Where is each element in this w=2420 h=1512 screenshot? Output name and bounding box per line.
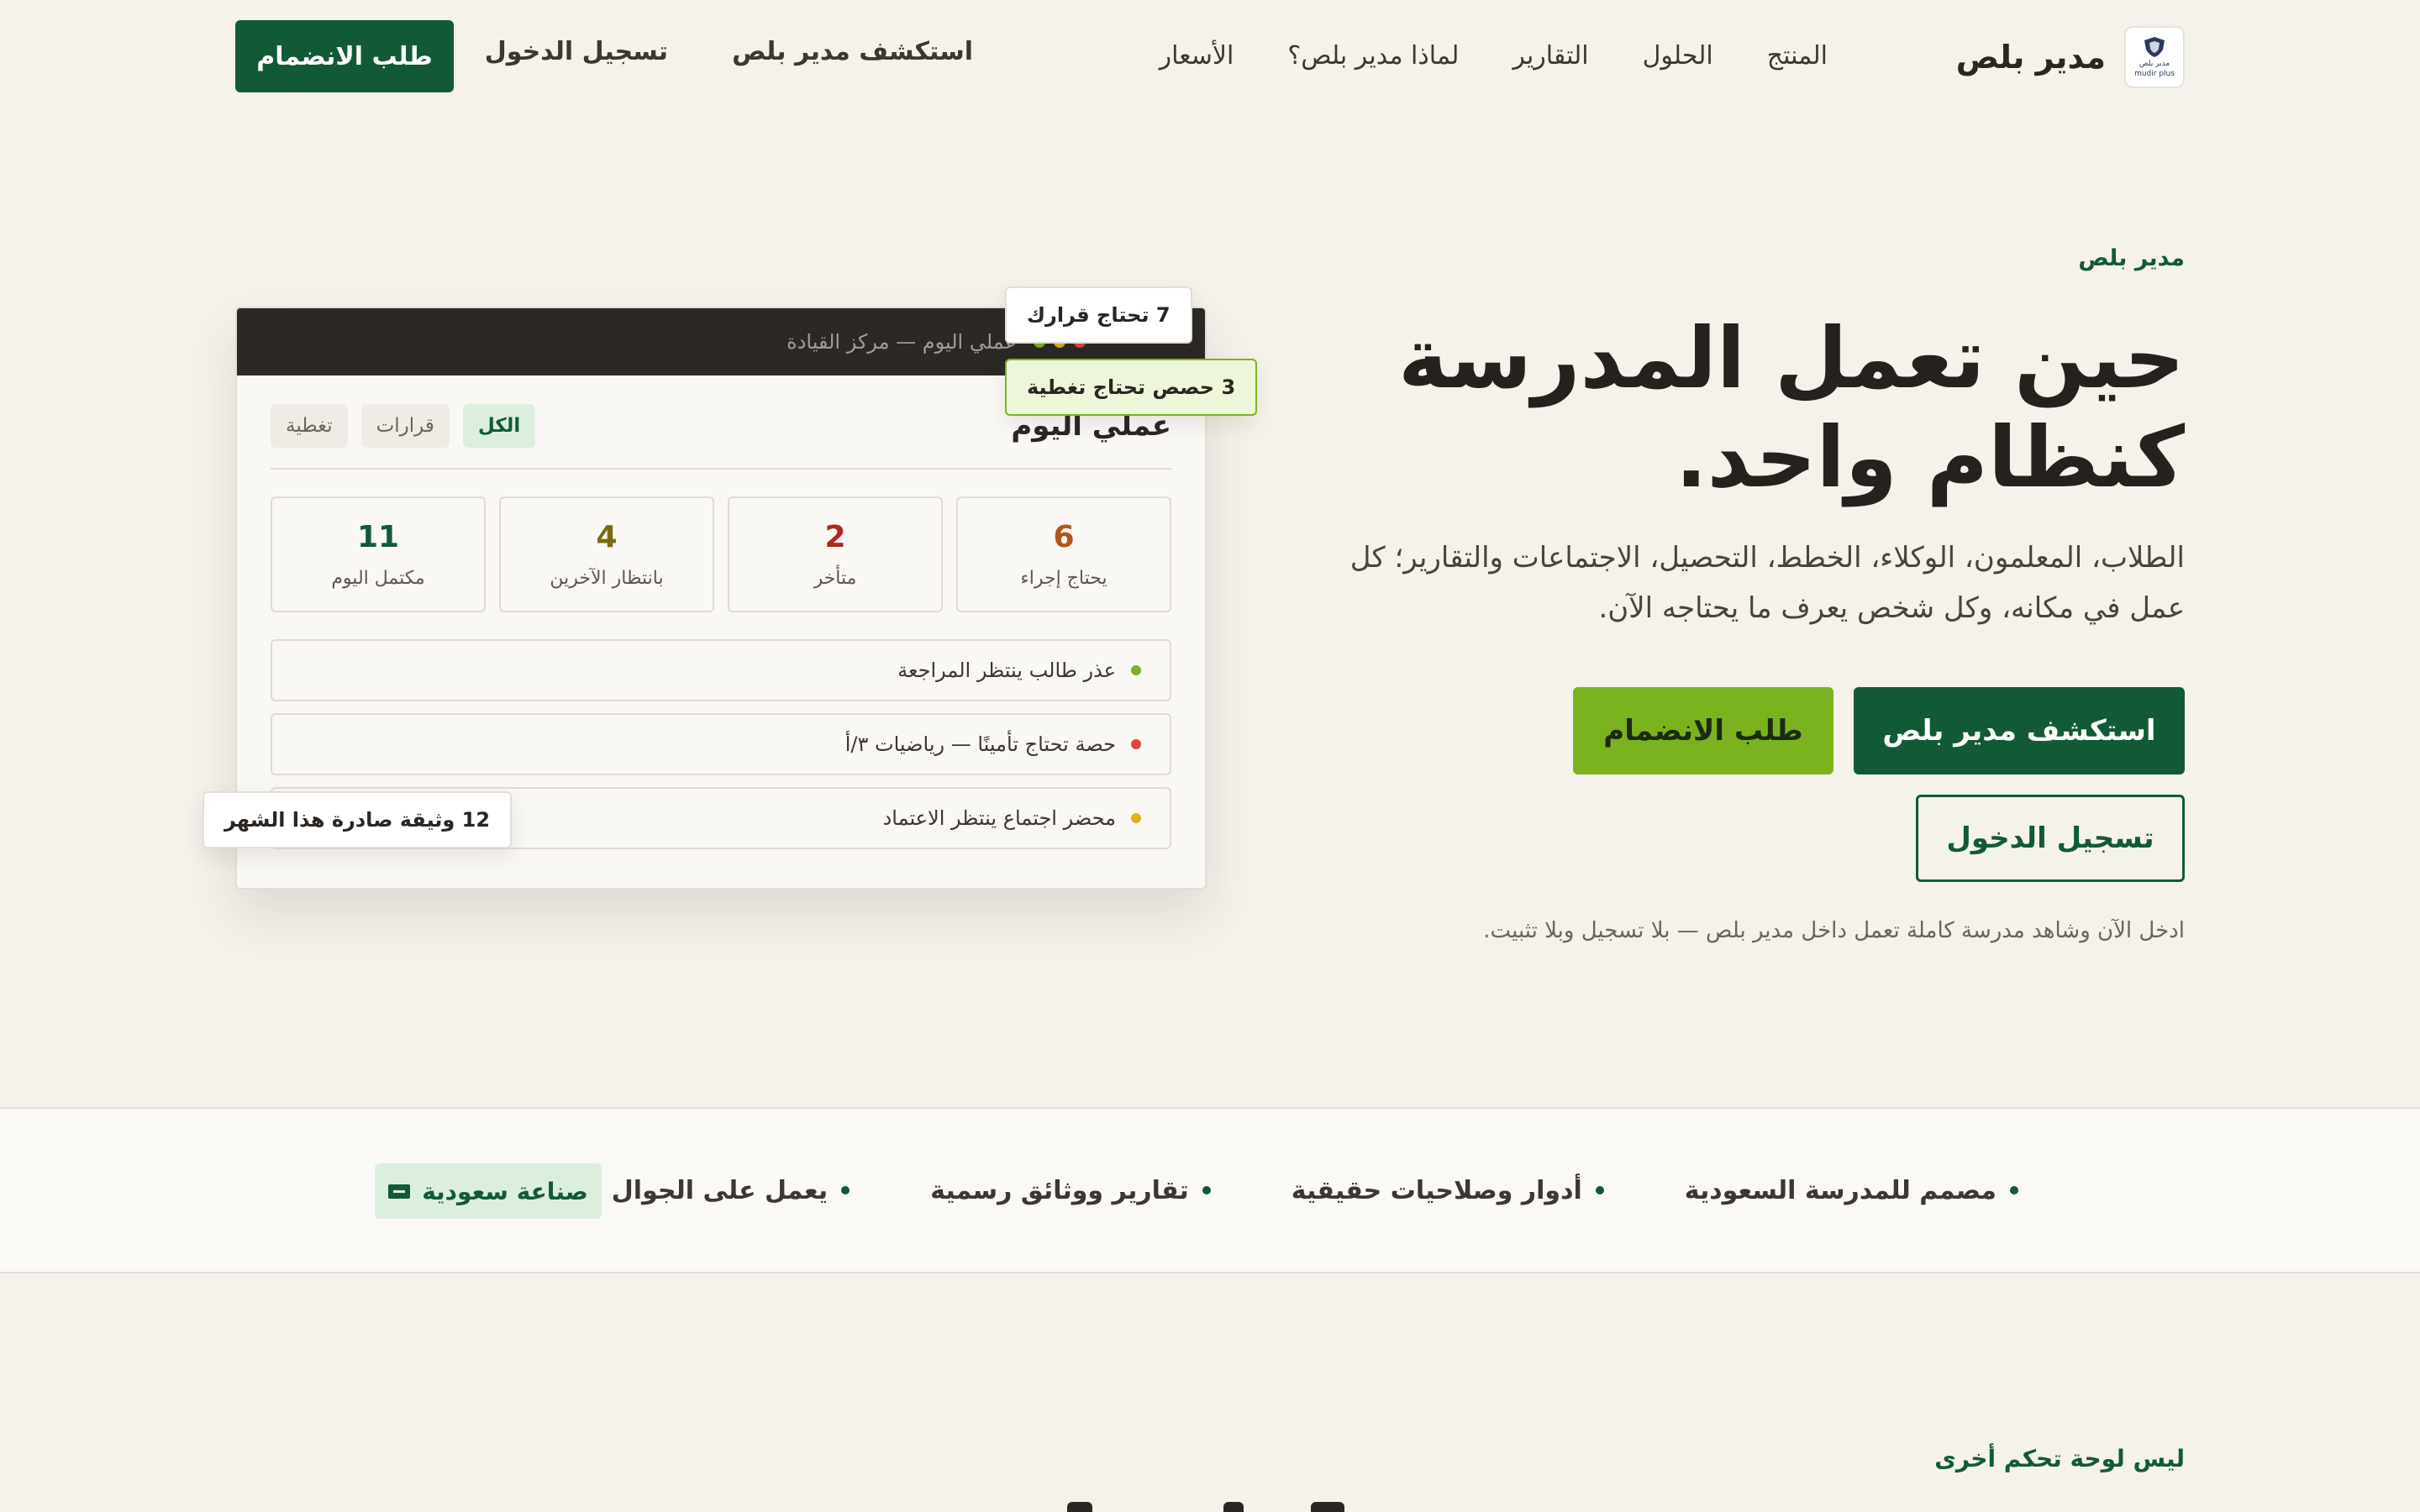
stat-label: بانتظار الآخرين [550, 568, 664, 589]
stat-label: مكتمل اليوم [331, 568, 425, 589]
list-item-text: محضر اجتماع ينتظر الاعتماد [882, 806, 1116, 830]
hero-subtitle: الطلاب، المعلمون، الوكلاء، الخطط، التحصي… [1349, 541, 2185, 625]
shield-logo-icon [2144, 37, 2165, 57]
saudi-badge-text: صناعة سعودية [422, 1177, 588, 1205]
saudi-flag-icon [388, 1184, 411, 1199]
nav-link-solutions[interactable]: الحلول [1643, 41, 1713, 71]
bullet-icon [1595, 1186, 1604, 1194]
saudi-made-badge: صناعة سعودية [375, 1163, 602, 1219]
floating-chip-coverage: 3 حصص تحتاج تغطية [1005, 359, 1258, 416]
stat-card-action[interactable]: 6 يحتاج إجراء [956, 496, 1171, 612]
feature-item: أدوار وصلاحيات حقيقية [1292, 1176, 1604, 1205]
brand-logo-subtext: mudir plus [2134, 70, 2175, 78]
stat-label: يحتاج إجراء [1020, 568, 1107, 589]
feature-list: مصمم للمدرسة السعودية أدوار وصلاحيات حقي… [490, 1163, 2018, 1218]
nav-link-reports[interactable]: التقارير [1512, 41, 1588, 71]
nav-link-product[interactable]: المنتج [1767, 41, 1828, 71]
status-dot-yellow-icon [1131, 813, 1141, 823]
filter-all[interactable]: الكل [462, 404, 536, 448]
hero-join-button[interactable]: طلب الانضمام [1573, 687, 1833, 774]
stat-value: 11 [356, 520, 400, 554]
hero-title: حين تعمل المدرسة كنظام واحد. [1344, 309, 2185, 507]
hero-eyebrow: مدير بلص [2078, 245, 2185, 271]
hero-title-line2: كنظام واحد. [1675, 408, 2185, 507]
list-item-text: عذر طالب ينتظر المراجعة [897, 659, 1116, 682]
status-dot-red-icon [1131, 739, 1141, 749]
nav-explore-link[interactable]: استكشف مدير بلص [732, 37, 973, 66]
brand[interactable]: مدير بلص mudir plus مدير بلص [1956, 25, 2185, 89]
bullet-icon [841, 1186, 850, 1194]
floating-chip-decisions: 7 تحتاج قرارك [1005, 286, 1192, 344]
stat-value: 6 [1053, 520, 1075, 554]
stat-card-done[interactable]: 11 مكتمل اليوم [271, 496, 486, 612]
list-item[interactable]: عذر طالب ينتظر المراجعة [271, 639, 1171, 701]
hero-note: ادخل الآن وشاهد مدرسة كاملة تعمل داخل مد… [1483, 918, 2185, 943]
feature-text: مصمم للمدرسة السعودية [1684, 1175, 1996, 1205]
filter-decisions[interactable]: قرارات [360, 404, 450, 448]
brand-name: مدير بلص [1955, 39, 2106, 76]
hero-title-line1: حين تعمل المدرسة [1398, 309, 2185, 407]
next-section-title-peek [1042, 1502, 1344, 1512]
status-dot-green-icon [1131, 665, 1141, 675]
nav-login-link[interactable]: تسجيل الدخول [485, 37, 668, 66]
stat-card-waiting[interactable]: 4 بانتظار الآخرين [499, 496, 714, 612]
floating-chip-documents: 12 وثيقة صادرة هذا الشهر [203, 791, 513, 848]
list-item[interactable]: حصة تحتاج تأمينًا — رياضيات ٣/أ [271, 713, 1171, 775]
dashboard-filters: الكل قرارات تغطية [271, 404, 536, 448]
hero-explore-button[interactable]: استكشف مدير بلص [1854, 687, 2185, 774]
feature-strip: مصمم للمدرسة السعودية أدوار وصلاحيات حقي… [0, 1107, 2420, 1273]
stat-value: 2 [824, 520, 846, 554]
nav-link-why[interactable]: لماذا مدير بلص؟ [1287, 41, 1459, 71]
dashboard-divider [271, 468, 1171, 470]
brand-logo-text: مدير بلص [2139, 60, 2170, 68]
dashboard-titlebar-text: عملي اليوم — مركز القيادة [786, 330, 1017, 354]
nav-link-pricing[interactable]: الأسعار [1160, 41, 1234, 71]
nav-join-button[interactable]: طلب الانضمام [235, 20, 454, 92]
next-section-eyebrow: ليس لوحة تحكم أخرى [1934, 1445, 2185, 1473]
dashboard-body: عملي اليوم الكل قرارات تغطية 6 يحتاج إجر… [237, 375, 1205, 849]
filter-coverage[interactable]: تغطية [271, 404, 348, 448]
stat-card-late[interactable]: 2 متأخر [728, 496, 943, 612]
brand-logo: مدير بلص mudir plus [2124, 26, 2185, 88]
stat-value: 4 [596, 520, 618, 554]
feature-item: مصمم للمدرسة السعودية [1685, 1176, 2018, 1205]
hero-login-button[interactable]: تسجيل الدخول [1916, 795, 2185, 882]
list-item-text: حصة تحتاج تأمينًا — رياضيات ٣/أ [844, 732, 1116, 756]
nav-links: المنتج الحلول التقارير لماذا مدير بلص؟ ا… [1160, 37, 1828, 74]
feature-text: تقارير ووثائق رسمية [930, 1175, 1189, 1205]
feature-item: تقارير ووثائق رسمية [930, 1176, 1211, 1205]
dashboard-stats: 6 يحتاج إجراء 2 متأخر 4 بانتظار الآخرين … [271, 496, 1171, 612]
top-nav: مدير بلص mudir plus مدير بلص المنتج الحل… [0, 0, 2420, 113]
feature-text: أدوار وصلاحيات حقيقية [1291, 1175, 1582, 1205]
bullet-icon [2010, 1186, 2018, 1194]
stat-label: متأخر [813, 568, 857, 589]
bullet-icon [1202, 1186, 1211, 1194]
